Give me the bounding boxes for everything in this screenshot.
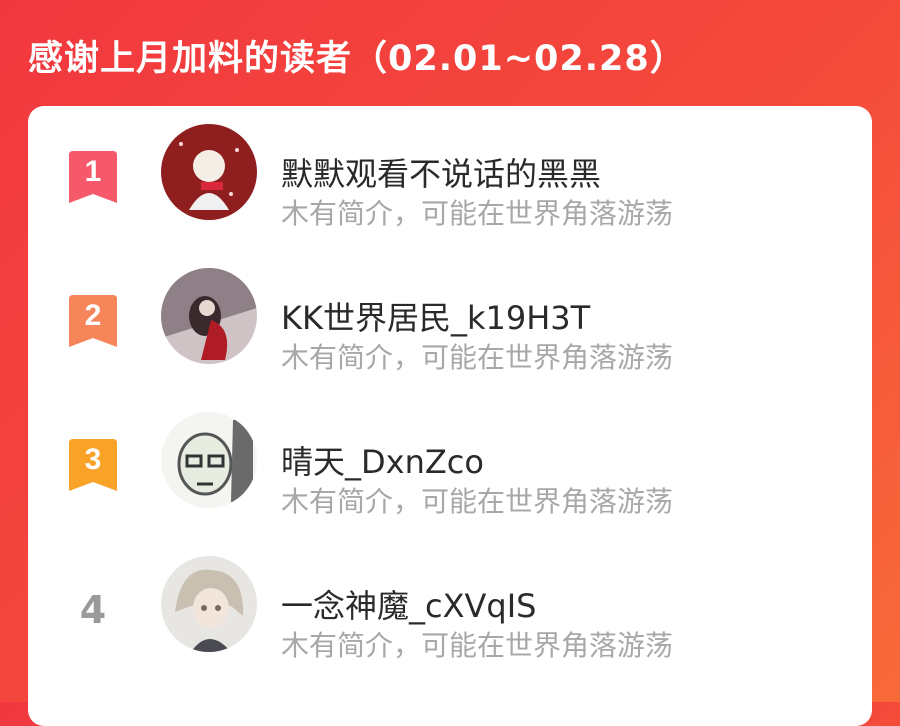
- reader-list-card: 1 默默观看不说话的黑黑 木有简介，可能在世界角落游荡 2 KK世界居民_k19…: [28, 106, 872, 726]
- page-title: 感谢上月加料的读者（02.01~02.28）: [28, 39, 686, 79]
- reader-row[interactable]: 2 KK世界居民_k19H3T 木有简介，可能在世界角落游荡: [28, 259, 872, 374]
- user-bio: 木有简介，可能在世界角落游荡: [281, 341, 674, 374]
- user-bio: 木有简介，可能在世界角落游荡: [281, 629, 674, 662]
- rank-badge: 1: [69, 151, 117, 203]
- user-name[interactable]: 一念神魔_cXVqIS: [281, 581, 536, 627]
- reader-row[interactable]: 4 一念神魔_cXVqIS 木有简介，可能在世界角落游荡: [28, 547, 872, 662]
- avatar[interactable]: [161, 268, 257, 364]
- rank-badge: 2: [69, 295, 117, 347]
- reader-row[interactable]: 3 晴天_DxnZco 木有简介，可能在世界角落游荡: [28, 403, 872, 518]
- user-name[interactable]: 晴天_DxnZco: [281, 437, 484, 483]
- avatar[interactable]: [161, 124, 257, 220]
- rank-number: 3: [85, 443, 102, 476]
- rank-number: 1: [85, 155, 102, 188]
- user-name[interactable]: 默默观看不说话的黑黑: [281, 149, 601, 195]
- user-bio: 木有简介，可能在世界角落游荡: [281, 485, 674, 518]
- reader-thanks-page: { "title": "感谢上月加料的读者（02.01~02.28）", "re…: [0, 0, 900, 726]
- avatar[interactable]: [161, 556, 257, 652]
- rank-badge: 3: [69, 439, 117, 491]
- user-name[interactable]: KK世界居民_k19H3T: [281, 293, 590, 339]
- user-bio: 木有简介，可能在世界角落游荡: [281, 197, 674, 230]
- rank-number: 4: [79, 588, 107, 632]
- avatar[interactable]: [161, 412, 257, 508]
- rank-number: 2: [85, 299, 102, 332]
- reader-row[interactable]: 1 默默观看不说话的黑黑 木有简介，可能在世界角落游荡: [28, 115, 872, 230]
